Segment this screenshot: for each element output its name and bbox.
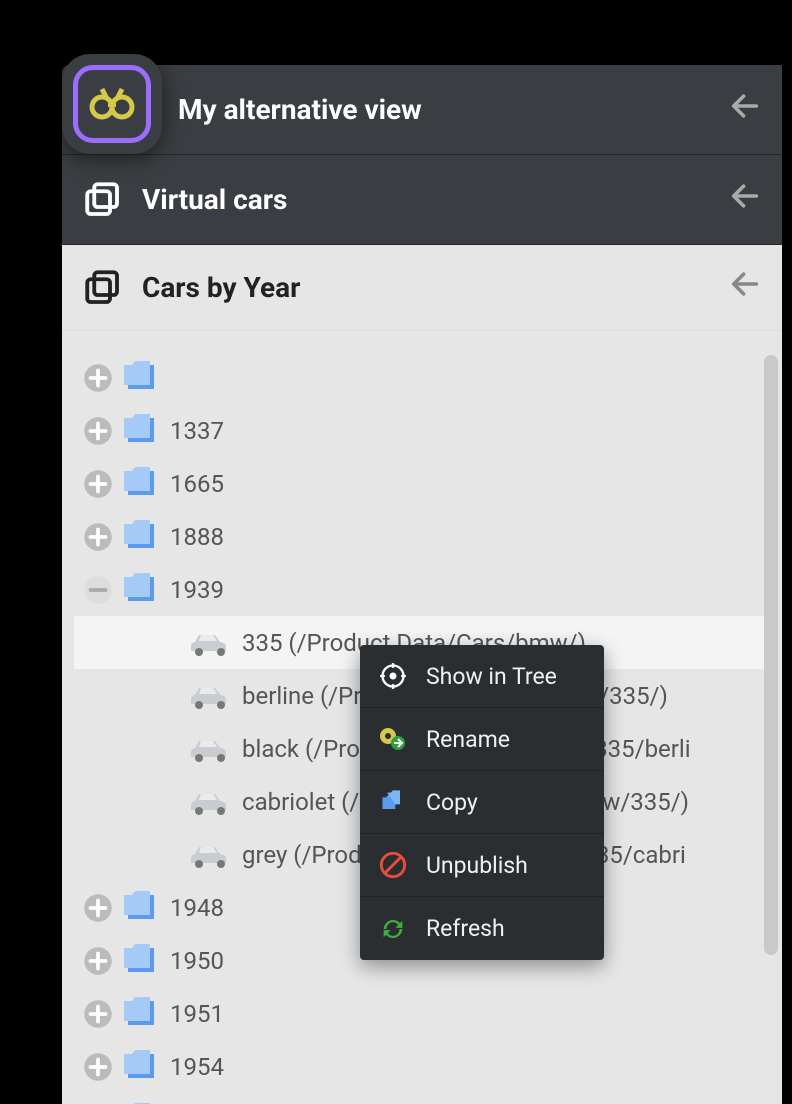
tree-label: 1337 bbox=[170, 417, 772, 445]
expand-icon[interactable] bbox=[82, 945, 114, 977]
tree-label: 1954 bbox=[170, 1053, 772, 1081]
folder-icon bbox=[122, 996, 162, 1032]
header-title: Virtual cars bbox=[142, 183, 287, 216]
folder-icon bbox=[122, 890, 162, 926]
menu-label: Unpublish bbox=[426, 852, 528, 879]
header-title: My alternative view bbox=[178, 93, 422, 126]
menu-refresh[interactable]: Refresh bbox=[360, 897, 604, 960]
tree-label: 1888 bbox=[170, 523, 772, 551]
view-selector-badge[interactable] bbox=[62, 54, 162, 154]
stack-icon bbox=[82, 267, 124, 309]
tree-folder-row[interactable]: 1954 bbox=[74, 1040, 772, 1093]
collapse-icon[interactable] bbox=[82, 574, 114, 606]
arrow-left-icon[interactable] bbox=[728, 267, 762, 308]
arrow-left-icon[interactable] bbox=[728, 179, 762, 220]
context-menu: Show in Tree Rename Copy U bbox=[360, 645, 604, 960]
car-icon bbox=[186, 731, 234, 767]
folder-icon bbox=[122, 519, 162, 555]
tree-folder-row[interactable]: 1337 bbox=[74, 404, 772, 457]
tree-label: 1951 bbox=[170, 1000, 772, 1028]
expand-icon[interactable] bbox=[82, 521, 114, 553]
folder-icon bbox=[122, 1049, 162, 1085]
header-virtual-cars[interactable]: Virtual cars bbox=[62, 155, 782, 245]
tree-label: 1665 bbox=[170, 470, 772, 498]
expand-icon[interactable] bbox=[82, 998, 114, 1030]
expand-icon[interactable] bbox=[82, 892, 114, 924]
menu-label: Refresh bbox=[426, 915, 505, 942]
menu-label: Show in Tree bbox=[426, 663, 557, 690]
tree-folder-row[interactable]: 1955 bbox=[74, 1093, 772, 1104]
folder-icon bbox=[122, 466, 162, 502]
arrow-left-icon[interactable] bbox=[728, 89, 762, 130]
menu-copy[interactable]: Copy bbox=[360, 771, 604, 834]
copy-icon bbox=[378, 787, 408, 817]
stack-icon bbox=[82, 179, 124, 221]
car-icon bbox=[186, 784, 234, 820]
target-icon bbox=[378, 661, 408, 691]
refresh-icon bbox=[378, 914, 408, 944]
binoculars-icon bbox=[88, 83, 136, 125]
tree-folder-row[interactable]: 1939 bbox=[74, 563, 772, 616]
scrollbar[interactable] bbox=[764, 355, 778, 955]
header-title: Cars by Year bbox=[142, 271, 300, 304]
menu-rename[interactable]: Rename bbox=[360, 708, 604, 771]
folder-icon bbox=[122, 360, 162, 396]
tree-folder-row[interactable]: 1665 bbox=[74, 457, 772, 510]
menu-unpublish[interactable]: Unpublish bbox=[360, 834, 604, 897]
expand-icon[interactable] bbox=[82, 415, 114, 447]
menu-label: Copy bbox=[426, 789, 478, 816]
header-alt-view[interactable]: My alternative view bbox=[62, 65, 782, 155]
unpublish-icon bbox=[378, 850, 408, 880]
folder-icon bbox=[122, 572, 162, 608]
tree-label: 1939 bbox=[170, 576, 772, 604]
car-icon bbox=[186, 625, 234, 661]
tree-folder-row[interactable]: 1951 bbox=[74, 987, 772, 1040]
expand-icon[interactable] bbox=[82, 468, 114, 500]
expand-icon[interactable] bbox=[82, 362, 114, 394]
rename-icon bbox=[378, 724, 408, 754]
expand-icon[interactable] bbox=[82, 1051, 114, 1083]
folder-icon bbox=[122, 413, 162, 449]
folder-icon bbox=[122, 943, 162, 979]
header-cars-by-year[interactable]: Cars by Year bbox=[62, 245, 782, 331]
menu-show-in-tree[interactable]: Show in Tree bbox=[360, 645, 604, 708]
menu-label: Rename bbox=[426, 726, 510, 753]
tree-folder-row[interactable] bbox=[74, 351, 772, 404]
car-icon bbox=[186, 678, 234, 714]
tree-folder-row[interactable]: 1888 bbox=[74, 510, 772, 563]
car-icon bbox=[186, 837, 234, 873]
